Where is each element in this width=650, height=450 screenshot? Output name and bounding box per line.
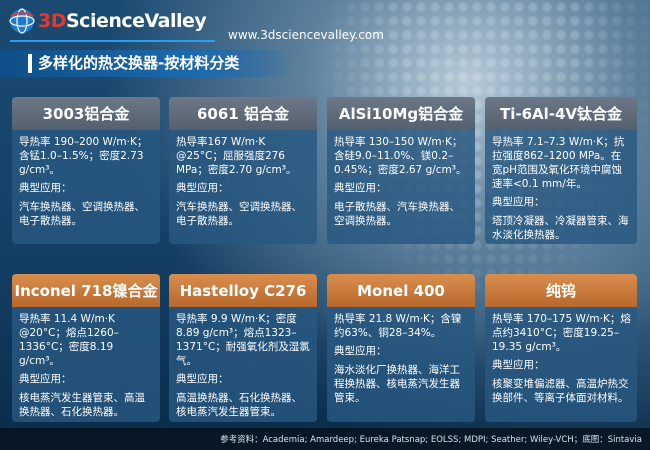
logo-text: 3DScienceValley: [38, 10, 207, 32]
title-accent: [28, 54, 32, 73]
card-applications: 汽车换热器、空调换热器、电子散热器。: [19, 201, 145, 227]
card-applications: 汽车换热器、空调换热器、电子散热器。: [176, 201, 302, 227]
material-card-pure-tungsten: 纯钨 热导率 170–175 W/m·K；熔点约3410°C；密度19.25–1…: [485, 274, 637, 422]
globe-logo-icon: [9, 8, 35, 34]
card-properties: 热导率 21.8 W/m·K；含镍约63%、铜28–34%。: [334, 313, 462, 339]
material-card-alsi10mg: AlSi10Mg铝合金 热导率 130–150 W/m·K；含硅9.0–11.0…: [327, 97, 475, 244]
card-applications-title: 典型应用：: [492, 196, 545, 208]
material-card-6061-aluminum: 6061 铝合金 热导率167 W/m·K @25°C；屈服强度276 MPa；…: [169, 97, 317, 244]
card-applications-title: 典型应用：: [492, 359, 545, 371]
card-title: Ti-6Al-4V钛合金: [485, 97, 637, 130]
card-properties: 热导率 170–175 W/m·K；熔点约3410°C；密度19.25–19.3…: [492, 313, 631, 353]
material-card-inconel-718: Inconel 718镍合金 导热率 11.4 W/m·K @20°C；熔点12…: [12, 274, 160, 422]
material-card-hastelloy-c276: Hastelloy C276 导热率 9.9 W/m·K；密度8.89 g/cm…: [169, 274, 317, 422]
card-properties: 热导率 130–150 W/m·K；含硅9.0–11.0%、镁0.2–0.45%…: [334, 136, 467, 176]
card-properties: 热导率167 W/m·K @25°C；屈服强度276 MPa；密度2.70 g/…: [176, 136, 297, 176]
card-applications: 海水淡化厂换热器、海洋工程换热器、核电蒸汽发生器管束。: [334, 364, 460, 404]
title-bar: 多样化的热交换器-按材料分类: [0, 50, 294, 77]
footer-references: 参考资料：Academia; Amardeep; Eureka Patsnap;…: [0, 428, 650, 450]
card-applications-title: 典型应用：: [19, 182, 72, 194]
card-applications: 塔顶冷凝器、冷凝器管束、海水淡化换热器。: [492, 215, 629, 241]
card-applications-title: 典型应用：: [19, 373, 72, 385]
card-properties: 导热率 190–200 W/m·K；含锰1.0–1.5%；密度2.73 g/cm…: [19, 136, 148, 176]
card-title: 纯钨: [485, 274, 637, 307]
card-applications-title: 典型应用：: [334, 345, 387, 357]
logo-underline: [10, 40, 215, 42]
card-properties: 导热率 9.9 W/m·K；密度8.89 g/cm³；熔点1323–1371°C…: [176, 313, 310, 367]
card-title: 6061 铝合金: [169, 97, 317, 130]
site-url: www.3dsciencevalley.com: [228, 28, 384, 42]
logo-text-prefix: 3D: [38, 10, 67, 32]
card-applications: 高温换热器、石化换热器、核电蒸汽发生器管束。: [176, 392, 302, 418]
page-title: 多样化的热交换器-按材料分类: [38, 54, 240, 72]
card-properties: 导热率 7.1–7.3 W/m·K；抗拉强度862–1200 MPa。在宽pH范…: [492, 136, 625, 190]
card-applications: 核聚变堆偏滤器、高温炉热交换部件、等离子体面对材料。: [492, 378, 629, 404]
card-title: Hastelloy C276: [169, 274, 317, 307]
card-properties: 导热率 11.4 W/m·K @20°C；熔点1260–1336°C；密度8.1…: [19, 313, 119, 367]
card-applications-title: 典型应用：: [334, 182, 387, 194]
card-applications: 电子散热器、汽车换热器、空调换热器。: [334, 201, 460, 227]
card-applications: 核电蒸汽发生器管束、高温换热器、石化换热器。: [19, 392, 145, 418]
card-applications-title: 典型应用：: [176, 182, 229, 194]
material-card-monel-400: Monel 400 热导率 21.8 W/m·K；含镍约63%、铜28–34%。…: [327, 274, 475, 422]
material-card-ti6al4v: Ti-6Al-4V钛合金 导热率 7.1–7.3 W/m·K；抗拉强度862–1…: [485, 97, 637, 244]
card-title: AlSi10Mg铝合金: [327, 97, 475, 130]
logo[interactable]: 3DScienceValley: [8, 6, 207, 36]
material-card-3003-aluminum: 3003铝合金 导热率 190–200 W/m·K；含锰1.0–1.5%；密度2…: [12, 97, 160, 244]
card-applications-title: 典型应用：: [176, 373, 229, 385]
logo-text-main: ScienceValley: [66, 10, 207, 32]
card-title: Monel 400: [327, 274, 475, 307]
card-title: Inconel 718镍合金: [12, 274, 160, 307]
card-title: 3003铝合金: [12, 97, 160, 130]
